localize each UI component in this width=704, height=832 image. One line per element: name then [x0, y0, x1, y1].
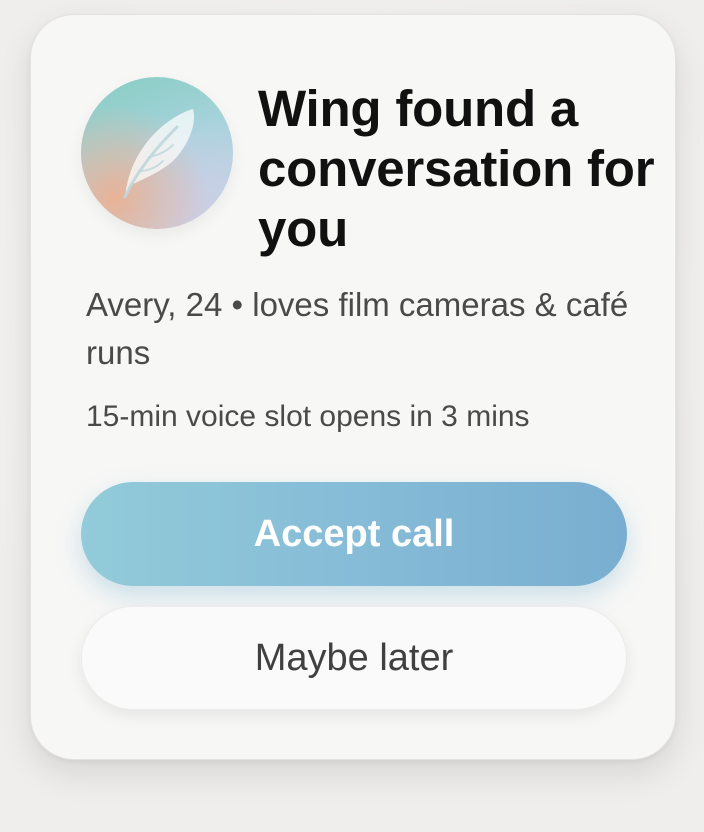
- screen: Wing found a conversation for you Avery,…: [0, 0, 704, 832]
- maybe-later-button[interactable]: Maybe later: [81, 606, 627, 710]
- app-avatar: [81, 77, 233, 229]
- call-slot-info: 15-min voice slot opens in 3 mins: [86, 400, 530, 433]
- match-profile-summary: Avery, 24 • loves film cameras & café ru…: [86, 286, 629, 371]
- accept-call-button[interactable]: Accept call: [81, 482, 627, 586]
- feather-icon: [123, 109, 195, 199]
- notification-title: Wing found a conversation for you: [258, 80, 655, 257]
- match-notification-card: Wing found a conversation for you Avery,…: [30, 14, 676, 760]
